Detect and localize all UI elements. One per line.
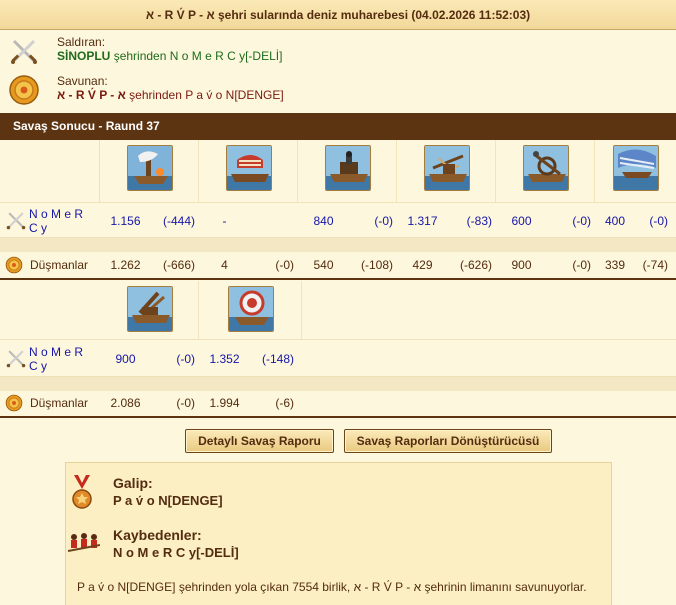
crossed-swords-icon [6,212,26,230]
unit-loss: (-666) [162,258,195,272]
unit-count: 600 [511,214,532,228]
round-shield-icon [5,394,23,412]
own-name-line1: N o M e R [29,345,84,359]
battle-result-box: Galip: P a v́ o N[DENGE] Kaybedenler: N … [65,462,612,605]
unit-col-5 [497,140,595,202]
losers-name[interactable]: N o M e R C y[-DELİ] [113,545,239,560]
crossed-swords-icon [6,350,26,368]
unit-count: 2.086 [110,396,141,410]
detailed-report-button[interactable]: Detaylı Savaş Raporu [185,429,334,453]
diving-boat-icon[interactable] [227,286,274,332]
defender-player-link[interactable]: şehrinden P a v́ o N[DENGE] [129,88,284,102]
fire-ship-icon[interactable] [126,145,173,191]
enemy-label-1: Düşmanlar [30,258,89,272]
unit-loss: (-0) [374,214,393,228]
paddle-steamer-icon[interactable] [613,145,659,191]
ballista-ship-icon[interactable] [423,145,470,191]
unit-count: 1.262 [110,258,141,272]
unit-col-1 [101,140,199,202]
fallen-soldiers-icon [68,533,100,552]
unit-count: 840 [313,214,334,228]
unit-count: 339 [604,258,626,272]
round-shield-icon [5,256,23,274]
unit-col-2 [200,140,298,202]
attacker-origin: SİNOPLU şehrinden N o M e R C y[-DELİ] [57,49,282,63]
defender-block: Savunan: א - R V́ P - א şehrinden P a v́… [0,70,676,110]
defender-origin: א - R V́ P - א şehrinden P a v́ o N[DENG… [57,88,284,102]
unit-count: 540 [313,258,334,272]
unit-col-2-2 [200,281,302,339]
attacker-player-link[interactable]: şehrinden N o M e R C y[-DELİ] [114,49,283,63]
crossed-swords-icon [11,39,37,64]
unit-loss: (-0) [572,258,591,272]
unit-loss: (-0) [649,214,668,228]
own-name-line1: N o M e R [29,207,84,221]
unit-row-1-spacer [0,140,100,202]
rocket-ship-icon[interactable] [126,286,173,332]
unit-loss: (-6) [275,396,294,410]
own-name-line2: C y [29,221,47,235]
own-player-name-2: N o M e R C y [29,345,83,373]
enemy-label-2: Düşmanlar [30,396,89,410]
attacker-city-link[interactable]: SİNOPLU [57,49,110,63]
unit-count: - [222,214,227,228]
unit-loss: (-626) [459,258,492,272]
unit-loss: (-444) [162,214,195,228]
attacker-block: Saldıran: SİNOPLU şehrinden N o M e R C … [0,31,676,71]
unit-loss: (-0) [275,258,294,272]
losers-label: Kaybedenler: [113,527,202,543]
unit-loss: (-0) [176,352,195,366]
defender-city-link[interactable]: א - R V́ P - א [57,88,126,102]
attacker-label: Saldıran: [57,35,106,49]
unit-loss: (-0) [572,214,591,228]
unit-count: 429 [412,258,433,272]
report-converter-button[interactable]: Savaş Raporları Dönüştürücüsü [344,429,552,453]
unit-count: 900 [115,352,136,366]
row-gap-1 [0,238,676,252]
unit-loss: (-108) [360,258,393,272]
unit-col-6 [596,140,676,202]
defense-summary: P a v́ o N[DENGE] şehrinden yola çıkan 7… [77,580,587,594]
row-gap-2 [0,377,676,391]
ram-ship-icon[interactable] [225,145,272,191]
unit-col-4 [398,140,496,202]
winner-name[interactable]: P a v́ o N[DENGE] [113,493,223,508]
unit-loss: (-148) [261,352,294,366]
own-name-line2: C y [29,359,47,373]
defender-label: Savunan: [57,74,108,88]
unit-col-2-1 [101,281,199,339]
unit-loss: (-0) [176,396,195,410]
unit-count: 1.994 [209,396,240,410]
unit-count: 1.317 [407,214,438,228]
winner-label: Galip: [113,475,153,491]
unit-loss: (-83) [466,214,492,228]
own-player-name-1: N o M e R C y [29,207,83,235]
mortar-ship-icon[interactable] [324,145,371,191]
unit-count: 900 [511,258,532,272]
window-title: א - R V́ P - א şehri sularında deniz muh… [0,0,676,30]
medal-icon [72,475,92,509]
round-shield-icon [9,75,39,105]
catapult-ship-icon[interactable] [522,145,569,191]
unit-count: 1.352 [209,352,240,366]
unit-loss: (-74) [642,258,668,272]
unit-count: 4 [221,258,228,272]
unit-col-3 [299,140,397,202]
unit-count: 400 [604,214,626,228]
unit-count: 1.156 [110,214,141,228]
round-title: Savaş Sonucu - Raund 37 [0,113,676,140]
